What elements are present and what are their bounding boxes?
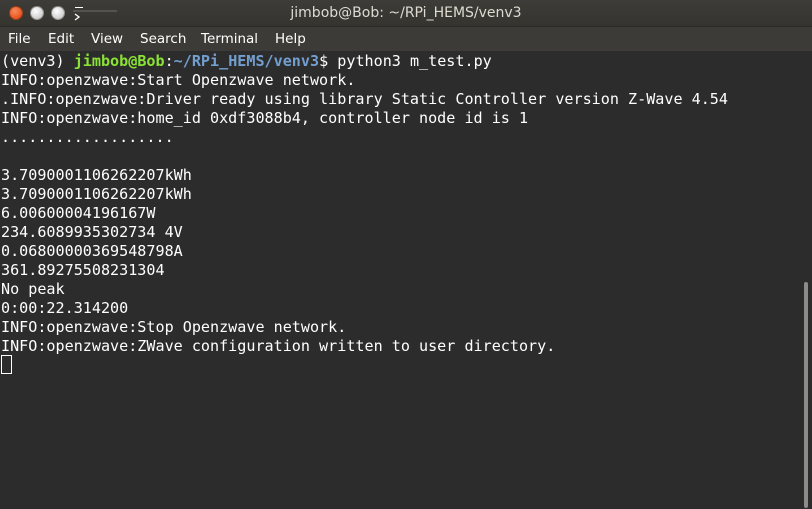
- prompt-command: python3 m_test.py: [337, 52, 492, 70]
- output-line: INFO:openzwave:Stop Openzwave network.: [1, 318, 347, 336]
- menu-help[interactable]: Help: [275, 27, 306, 51]
- output-line: No peak: [1, 280, 65, 298]
- title-bar: jimbob@Bob: ~/RPi_HEMS/venv3: [0, 0, 812, 27]
- output-line: INFO:openzwave:ZWave configuration writt…: [1, 337, 556, 355]
- output-line: INFO:openzwave:Start Openzwave network.: [1, 71, 356, 89]
- menu-terminal[interactable]: Terminal: [201, 27, 258, 51]
- output-line: 0.06800000369548798A: [1, 242, 183, 260]
- output-line: 234.6089935302734 4V: [1, 223, 183, 241]
- scrollbar-thumb[interactable]: [804, 282, 808, 508]
- text-cursor: [1, 355, 12, 374]
- output-line: 3.7090001106262207kWh: [1, 185, 192, 203]
- menu-edit[interactable]: Edit: [48, 27, 74, 51]
- menu-search[interactable]: Search: [140, 27, 186, 51]
- output-line: ...................: [1, 128, 174, 146]
- window-title: jimbob@Bob: ~/RPi_HEMS/venv3: [290, 5, 522, 21]
- prompt-colon: :: [164, 52, 174, 70]
- prompt-line: (venv3) jimbob@Bob:~/RPi_HEMS/venv3$ pyt…: [1, 52, 492, 71]
- menu-bar: File Edit View Search Terminal Help: [0, 27, 812, 51]
- prompt-symbol: $: [319, 52, 338, 70]
- menu-view[interactable]: View: [91, 27, 123, 51]
- output-line: 0:00:22.314200: [1, 299, 129, 317]
- output-line: 6.00600004196167W: [1, 204, 156, 222]
- terminal-output[interactable]: (venv3) jimbob@Bob:~/RPi_HEMS/venv3$ pyt…: [0, 51, 812, 509]
- prompt-path: ~/RPi_HEMS/venv3: [173, 52, 320, 70]
- prompt-user-host: jimbob@Bob: [73, 52, 165, 70]
- menu-file[interactable]: File: [8, 27, 31, 51]
- output-line: 3.7090001106262207kWh: [1, 166, 192, 184]
- prompt-venv: (venv3): [1, 52, 74, 70]
- output-line: INFO:openzwave:home_id 0xdf3088b4, contr…: [1, 109, 529, 127]
- output-line: .INFO:openzwave:Driver ready using libra…: [1, 90, 728, 108]
- output-line: 361.89275508231304: [1, 261, 165, 279]
